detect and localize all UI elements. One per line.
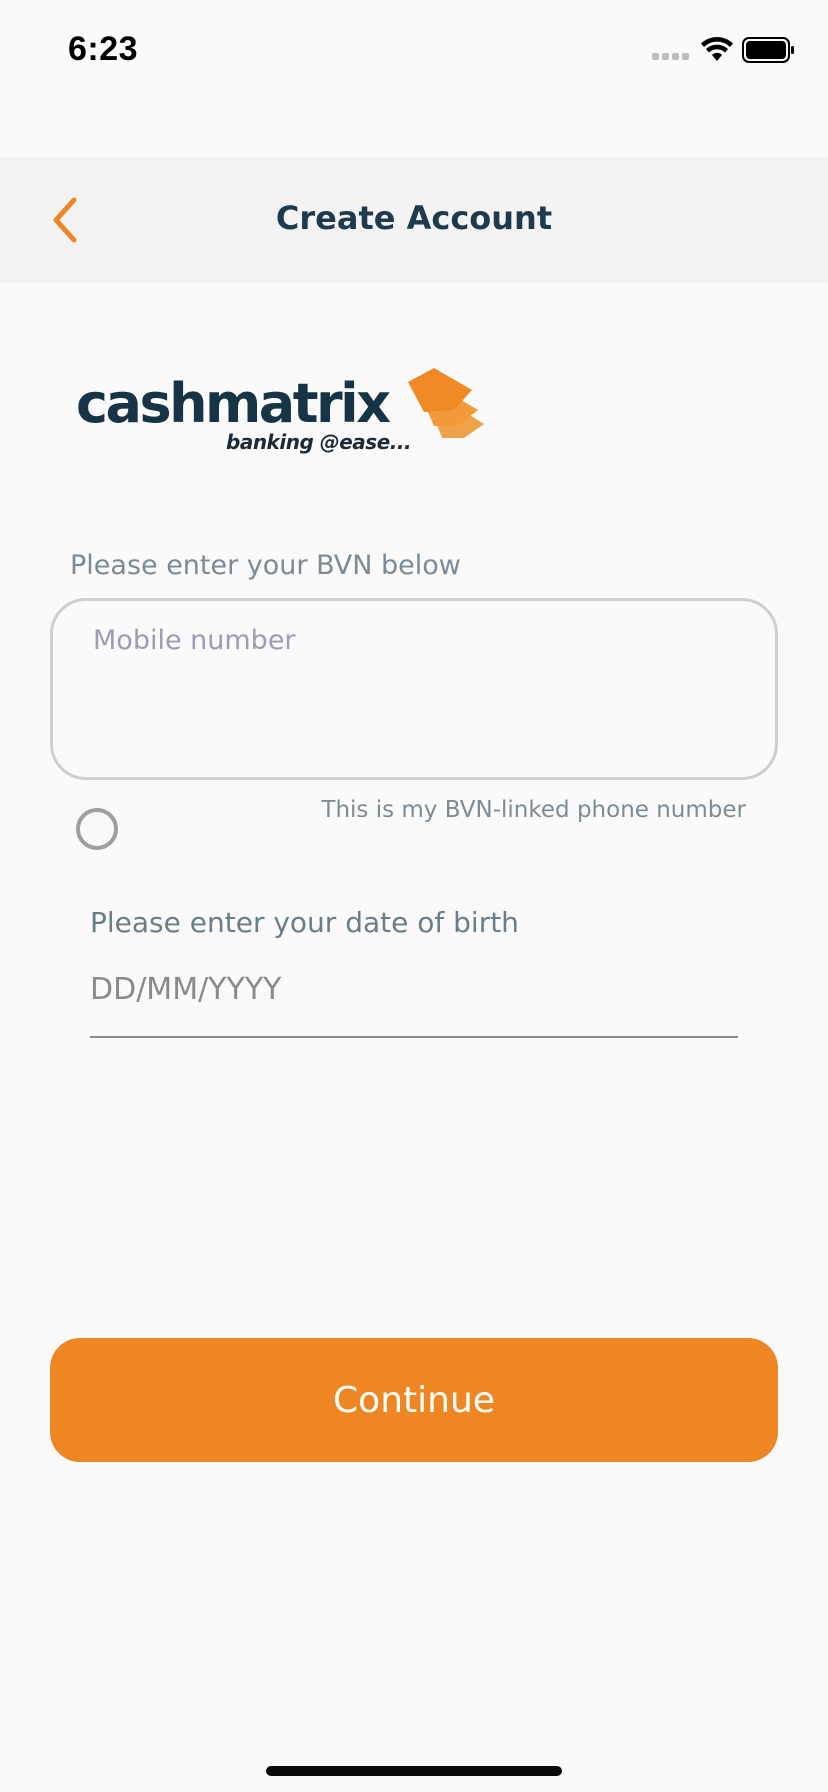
continue-button[interactable]: Continue (50, 1338, 778, 1462)
bvn-linked-phone-radio[interactable] (76, 808, 118, 850)
date-of-birth-label: Please enter your date of birth (90, 906, 519, 939)
navigation-bar: Create Account (0, 157, 828, 283)
date-of-birth-input[interactable]: DD/MM/YYYY (90, 960, 738, 1038)
logo-mark-icon (408, 368, 484, 438)
cellular-signal-icon (652, 50, 692, 62)
cashmatrix-logo: cashmatrix banking @ease... (76, 368, 496, 472)
logo-wordmark: cashmatrix (76, 372, 391, 435)
mobile-number-placeholder: Mobile number (93, 625, 296, 656)
continue-button-label: Continue (333, 1379, 495, 1421)
mobile-number-input[interactable]: Mobile number (50, 598, 778, 780)
status-time: 6:23 (68, 30, 139, 68)
bvn-label: Please enter your BVN below (70, 550, 461, 581)
date-of-birth-placeholder: DD/MM/YYYY (90, 972, 282, 1007)
home-indicator[interactable] (266, 1766, 562, 1776)
page-title: Create Account (275, 199, 553, 237)
status-bar: 6:23 (0, 0, 828, 100)
bvn-linked-phone-label: This is my BVN-linked phone number (321, 797, 746, 823)
battery-icon (742, 37, 794, 63)
logo-tagline: banking @ease... (226, 430, 412, 454)
wifi-icon (701, 37, 733, 61)
create-account-screen: 6:23 Create Account cashmatrix banking @… (0, 0, 828, 1792)
